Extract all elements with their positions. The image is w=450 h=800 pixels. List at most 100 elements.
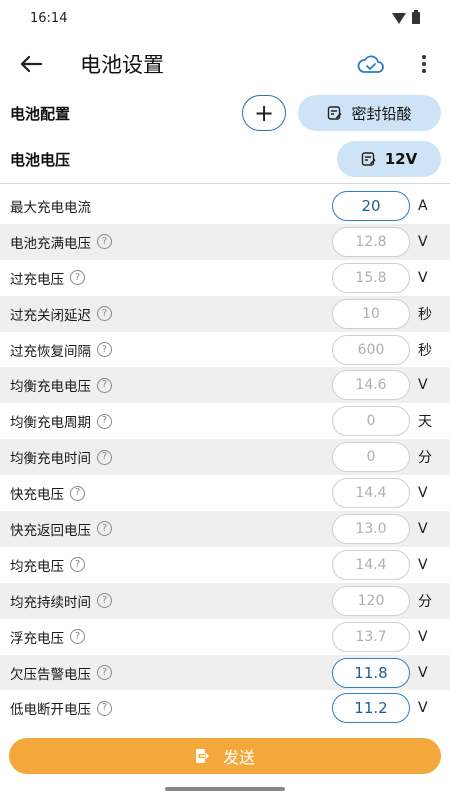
param-row: 低电断开电压? 11.2 V [0, 690, 450, 726]
param-label-text: 电池充满电压 [10, 235, 91, 252]
param-label-text: 均衡充电电压 [10, 379, 91, 396]
send-icon [195, 749, 209, 763]
status-bar: 16:14 [0, 0, 450, 36]
page-title: 电池设置 [80, 53, 164, 77]
help-icon[interactable]: ? [70, 629, 85, 645]
param-unit: 秒 [418, 306, 432, 323]
battery-voltage-button[interactable]: 12V [337, 141, 441, 177]
param-label: 均衡充电电压? [10, 375, 332, 395]
param-value-input[interactable]: 12.8 [332, 226, 410, 257]
param-unit: V [418, 628, 428, 645]
help-icon[interactable]: ? [70, 485, 85, 501]
param-label-text: 欠压告警电压 [10, 666, 91, 683]
param-value-input[interactable]: 15.8 [332, 262, 410, 293]
param-row: 过充关闭延迟? 10 秒 [0, 295, 450, 332]
help-icon[interactable]: ? [97, 342, 112, 357]
param-label-text: 过充电压 [10, 271, 64, 288]
param-value-input[interactable]: 14.4 [332, 478, 410, 509]
status-icons [392, 10, 420, 24]
help-icon[interactable]: ? [70, 270, 85, 286]
param-label: 均衡充电周期? [10, 411, 332, 431]
param-row: 均衡充电电压? 14.6 V [0, 367, 450, 404]
param-unit: V [418, 233, 428, 250]
param-unit: V [418, 700, 428, 717]
param-value-input[interactable]: 0 [332, 406, 410, 437]
param-unit: A [418, 197, 428, 214]
param-unit: 分 [418, 450, 432, 467]
battery-voltage-value: 12V [384, 150, 418, 168]
help-icon[interactable]: ? [97, 234, 112, 250]
back-button[interactable] [16, 49, 46, 79]
param-value-input[interactable]: 0 [332, 442, 410, 473]
param-value-input[interactable]: 600 [332, 334, 410, 365]
send-button[interactable]: 发送 [9, 738, 441, 774]
param-label-text: 快充电压 [10, 487, 64, 504]
param-label-text: 均充电压 [10, 558, 64, 575]
arrow-left-icon [20, 55, 42, 73]
param-row: 快充电压? 14.4 V [0, 475, 450, 511]
wifi-icon [392, 12, 406, 24]
param-value-input[interactable]: 11.8 [332, 657, 410, 688]
add-config-button[interactable]: + [242, 95, 286, 131]
param-label: 电池充满电压? [10, 232, 332, 252]
param-label-text: 过充恢复间隔 [10, 343, 91, 360]
param-value-input[interactable]: 20 [332, 190, 410, 221]
help-icon[interactable]: ? [97, 665, 112, 681]
battery-config-label: 电池配置 [10, 104, 71, 123]
param-row: 过充恢复间隔? 600 秒 [0, 332, 450, 368]
help-icon[interactable]: ? [70, 557, 85, 573]
more-vertical-icon[interactable] [414, 49, 434, 79]
param-row: 浮充电压? 13.7 V [0, 619, 450, 655]
param-value-input[interactable]: 14.6 [332, 370, 410, 401]
help-icon[interactable]: ? [97, 449, 112, 465]
param-label-text: 低电断开电压 [10, 702, 91, 719]
param-row: 均充电压? 14.4 V [0, 547, 450, 583]
param-label: 最大充电电流 [10, 196, 332, 216]
param-unit: 分 [418, 593, 432, 610]
param-label-text: 最大充电电流 [10, 199, 91, 216]
param-label: 低电断开电压? [10, 698, 332, 718]
help-icon[interactable]: ? [97, 377, 112, 393]
param-row: 电池充满电压? 12.8 V [0, 223, 450, 260]
param-label: 快充返回电压? [10, 519, 332, 539]
param-label: 过充恢复间隔? [10, 340, 332, 360]
param-label-text: 均衡充电周期 [10, 415, 91, 432]
param-row: 过充电压? 15.8 V [0, 260, 450, 296]
param-value-input[interactable]: 13.7 [332, 621, 410, 652]
battery-type-button[interactable]: 密封铅酸 [298, 95, 441, 131]
param-row: 均衡充电时间? 0 分 [0, 439, 450, 476]
param-value-input[interactable]: 120 [332, 585, 410, 616]
cloud-sync-button[interactable] [354, 49, 388, 79]
help-icon[interactable]: ? [97, 413, 112, 429]
battery-icon [412, 10, 420, 24]
param-unit: 秒 [418, 342, 432, 359]
help-icon[interactable]: ? [97, 306, 112, 322]
param-label-text: 过充关闭延迟 [10, 307, 91, 324]
param-unit: V [418, 485, 428, 502]
param-row: 欠压告警电压? 11.8 V [0, 654, 450, 691]
battery-config-row: 电池配置 + 密封铅酸 [0, 90, 450, 136]
param-label: 欠压告警电压? [10, 663, 332, 683]
param-value-input[interactable]: 13.0 [332, 513, 410, 544]
param-row: 快充返回电压? 13.0 V [0, 511, 450, 547]
param-label: 浮充电压? [10, 627, 332, 647]
param-unit: V [418, 556, 428, 573]
status-time: 16:14 [30, 10, 68, 26]
param-value-input[interactable]: 10 [332, 298, 410, 329]
param-list[interactable]: 最大充电电流 20 A 电池充满电压? 12.8 V 过充电压? 15.8 V 过充关闭延迟? 10… [0, 188, 450, 728]
param-row: 最大充电电流 20 A [0, 188, 450, 224]
param-value-input[interactable]: 14.4 [332, 549, 410, 580]
param-unit: 天 [418, 414, 432, 431]
send-label: 发送 [222, 748, 255, 767]
param-row: 均充持续时间? 120 分 [0, 582, 450, 619]
help-icon[interactable]: ? [97, 700, 112, 716]
battery-voltage-row: 电池电压 12V [0, 136, 450, 182]
param-unit: V [418, 664, 428, 681]
help-icon[interactable]: ? [97, 521, 112, 537]
param-value-input[interactable]: 11.2 [332, 693, 410, 724]
divider [0, 183, 450, 184]
param-unit: V [418, 520, 428, 537]
param-label-text: 均充持续时间 [10, 594, 91, 611]
help-icon[interactable]: ? [97, 593, 112, 609]
param-label: 均充电压? [10, 555, 332, 575]
